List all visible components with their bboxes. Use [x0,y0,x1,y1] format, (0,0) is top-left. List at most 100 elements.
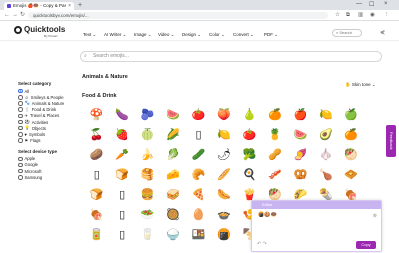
emoji-button[interactable]: 🍄 [84,105,109,125]
menu-text[interactable]: Text ⌄ [83,32,96,38]
emoji-button[interactable]: 🍅 [237,125,262,145]
emoji-button[interactable]: 🧇 [339,165,364,185]
back-icon[interactable]: ← [4,12,10,19]
emoji-button[interactable]: 🍊 [262,105,287,125]
profile-icon[interactable]: ◉ [370,12,375,19]
category-option-flags[interactable]: ⚑ Flags [18,138,78,144]
emoji-button[interactable]: 🍚 [160,225,185,245]
emoji-button[interactable]: 🍱 [186,225,211,245]
emoji-button[interactable]: 🍋 [211,125,236,145]
forward-icon[interactable]: → [12,12,18,19]
emoji-button[interactable]: 🥦 [237,145,262,165]
device-option-samsung[interactable]: Samsung [18,174,78,180]
menu-kebab-icon[interactable]: ⋮ [384,12,390,19]
menu-video[interactable]: Video ⌄ [158,32,174,38]
emoji-button[interactable]: 🥖 [211,165,236,185]
emoji-button[interactable]: 🥗 [135,205,160,225]
emoji-button[interactable]: 🍎 [288,105,313,125]
emoji-button[interactable]: 🍞 [84,185,109,205]
emoji-button[interactable]: 🥓 [262,165,287,185]
radio-icon[interactable] [18,168,23,174]
browser-tab[interactable]: Emojis 🍎🍩 - Copy & Paste E... × [4,2,74,10]
share-icon[interactable]: ⋞ [380,29,385,36]
emoji-button[interactable]: 🥫 [84,225,109,245]
header-search-input[interactable]: ⌕ Search [332,29,362,37]
emoji-button[interactable]: 🥒 [186,145,211,165]
emoji-search-input[interactable]: Search emojis... [80,51,382,62]
emoji-button[interactable]: ▯ [109,205,134,225]
emoji-button[interactable]: 🍏 [339,105,364,125]
emoji-button[interactable]: 🍋 [313,105,338,125]
menu-design[interactable]: Design ⌄ [182,32,201,38]
radio-icon[interactable] [18,101,23,106]
emoji-button[interactable]: 🍌 [135,145,160,165]
reload-icon[interactable]: ↻ [20,12,25,19]
emoji-button[interactable]: 🍳 [237,165,262,185]
maximize-button[interactable]: ☐ [369,1,374,8]
emoji-button[interactable]: 🍔 [135,185,160,205]
emoji-button[interactable]: 🌭 [211,185,236,205]
undo-redo-icons[interactable]: ↶ ↷ [257,241,267,247]
radio-icon[interactable] [18,156,23,162]
emoji-button[interactable]: 🥕 [109,145,134,165]
radio-icon[interactable] [18,138,23,143]
emoji-button[interactable]: 🥛 [135,225,160,245]
close-window-button[interactable]: × [384,1,388,7]
emoji-button[interactable]: 🧄 [313,145,338,165]
emoji-button[interactable]: 🫐 [135,105,160,125]
sidebar-icon[interactable]: ▥ [358,12,363,19]
copy-button[interactable]: Copy [356,241,376,249]
menu-color[interactable]: Color ⌄ [209,32,225,38]
new-tab-button[interactable]: + [78,2,82,9]
radio-icon[interactable] [18,132,23,137]
url-field[interactable]: quicktoolsbyv.com/emojis/... [28,12,328,19]
radio-icon[interactable] [18,95,23,100]
radio-icon[interactable] [18,119,23,125]
radio-icon[interactable] [18,175,23,180]
emoji-button[interactable]: 🍈 [135,125,160,145]
emoji-button[interactable]: 🍅 [186,105,211,125]
emoji-button[interactable]: 🥬 [160,145,185,165]
radio-selected-icon[interactable] [18,88,23,94]
emoji-button[interactable]: 🥞 [135,165,160,185]
emoji-button[interactable]: ▯ [186,125,211,145]
emoji-button[interactable]: 🍒 [84,125,109,145]
emoji-button[interactable]: 🥪 [160,185,185,205]
emoji-button[interactable]: 🍗 [313,165,338,185]
minimize-button[interactable]: — [356,1,362,7]
editor-content[interactable]: 🍘🍪🍩 [258,212,277,218]
extensions-icon[interactable]: ⧉ [346,12,350,19]
emoji-button[interactable]: 🍉 [160,105,185,125]
emoji-button[interactable]: ▯ [109,225,134,245]
radio-icon[interactable] [18,107,23,112]
tab-close-icon[interactable]: × [68,3,71,9]
emoji-button[interactable]: 🍓 [109,125,134,145]
bookmark-star-icon[interactable]: ☆ [335,12,340,19]
menu-image[interactable]: Image ⌄ [134,32,152,38]
menu-pdf[interactable]: PDF ⌄ [264,32,278,38]
emoji-button[interactable]: ▯ [109,185,134,205]
radio-icon[interactable] [18,162,23,168]
emoji-button[interactable]: 🍉 [288,125,313,145]
emoji-button[interactable]: 🍠 [288,145,313,165]
emoji-button[interactable]: 🥜 [262,145,287,165]
emoji-button[interactable]: 🍕 [186,185,211,205]
emoji-button[interactable]: 🍑 [211,105,236,125]
emoji-button[interactable]: 🧀 [160,165,185,185]
emoji-button[interactable]: 🍍 [262,125,287,145]
emoji-button[interactable]: 🍐 [237,105,262,125]
emoji-button[interactable]: 🌶 [211,145,236,165]
emoji-button[interactable]: 🥑 [313,125,338,145]
emoji-button[interactable]: 🥙 [339,145,364,165]
menu-ai-writer[interactable]: AI Writer ⌄ [104,32,126,38]
clear-icon[interactable]: ⊗ [373,213,377,219]
emoji-button[interactable]: 🍲 [211,205,236,225]
emoji-button[interactable]: 🍞 [109,165,134,185]
emoji-button[interactable]: 🥘 [160,205,185,225]
emoji-button[interactable]: 🍊 [339,125,364,145]
radio-icon[interactable] [18,113,23,119]
menu-convert[interactable]: Convert ⌄ [233,32,254,38]
emoji-button[interactable]: 🌽 [160,125,185,145]
emoji-button[interactable]: 🥔 [84,145,109,165]
radio-icon[interactable] [18,125,23,131]
